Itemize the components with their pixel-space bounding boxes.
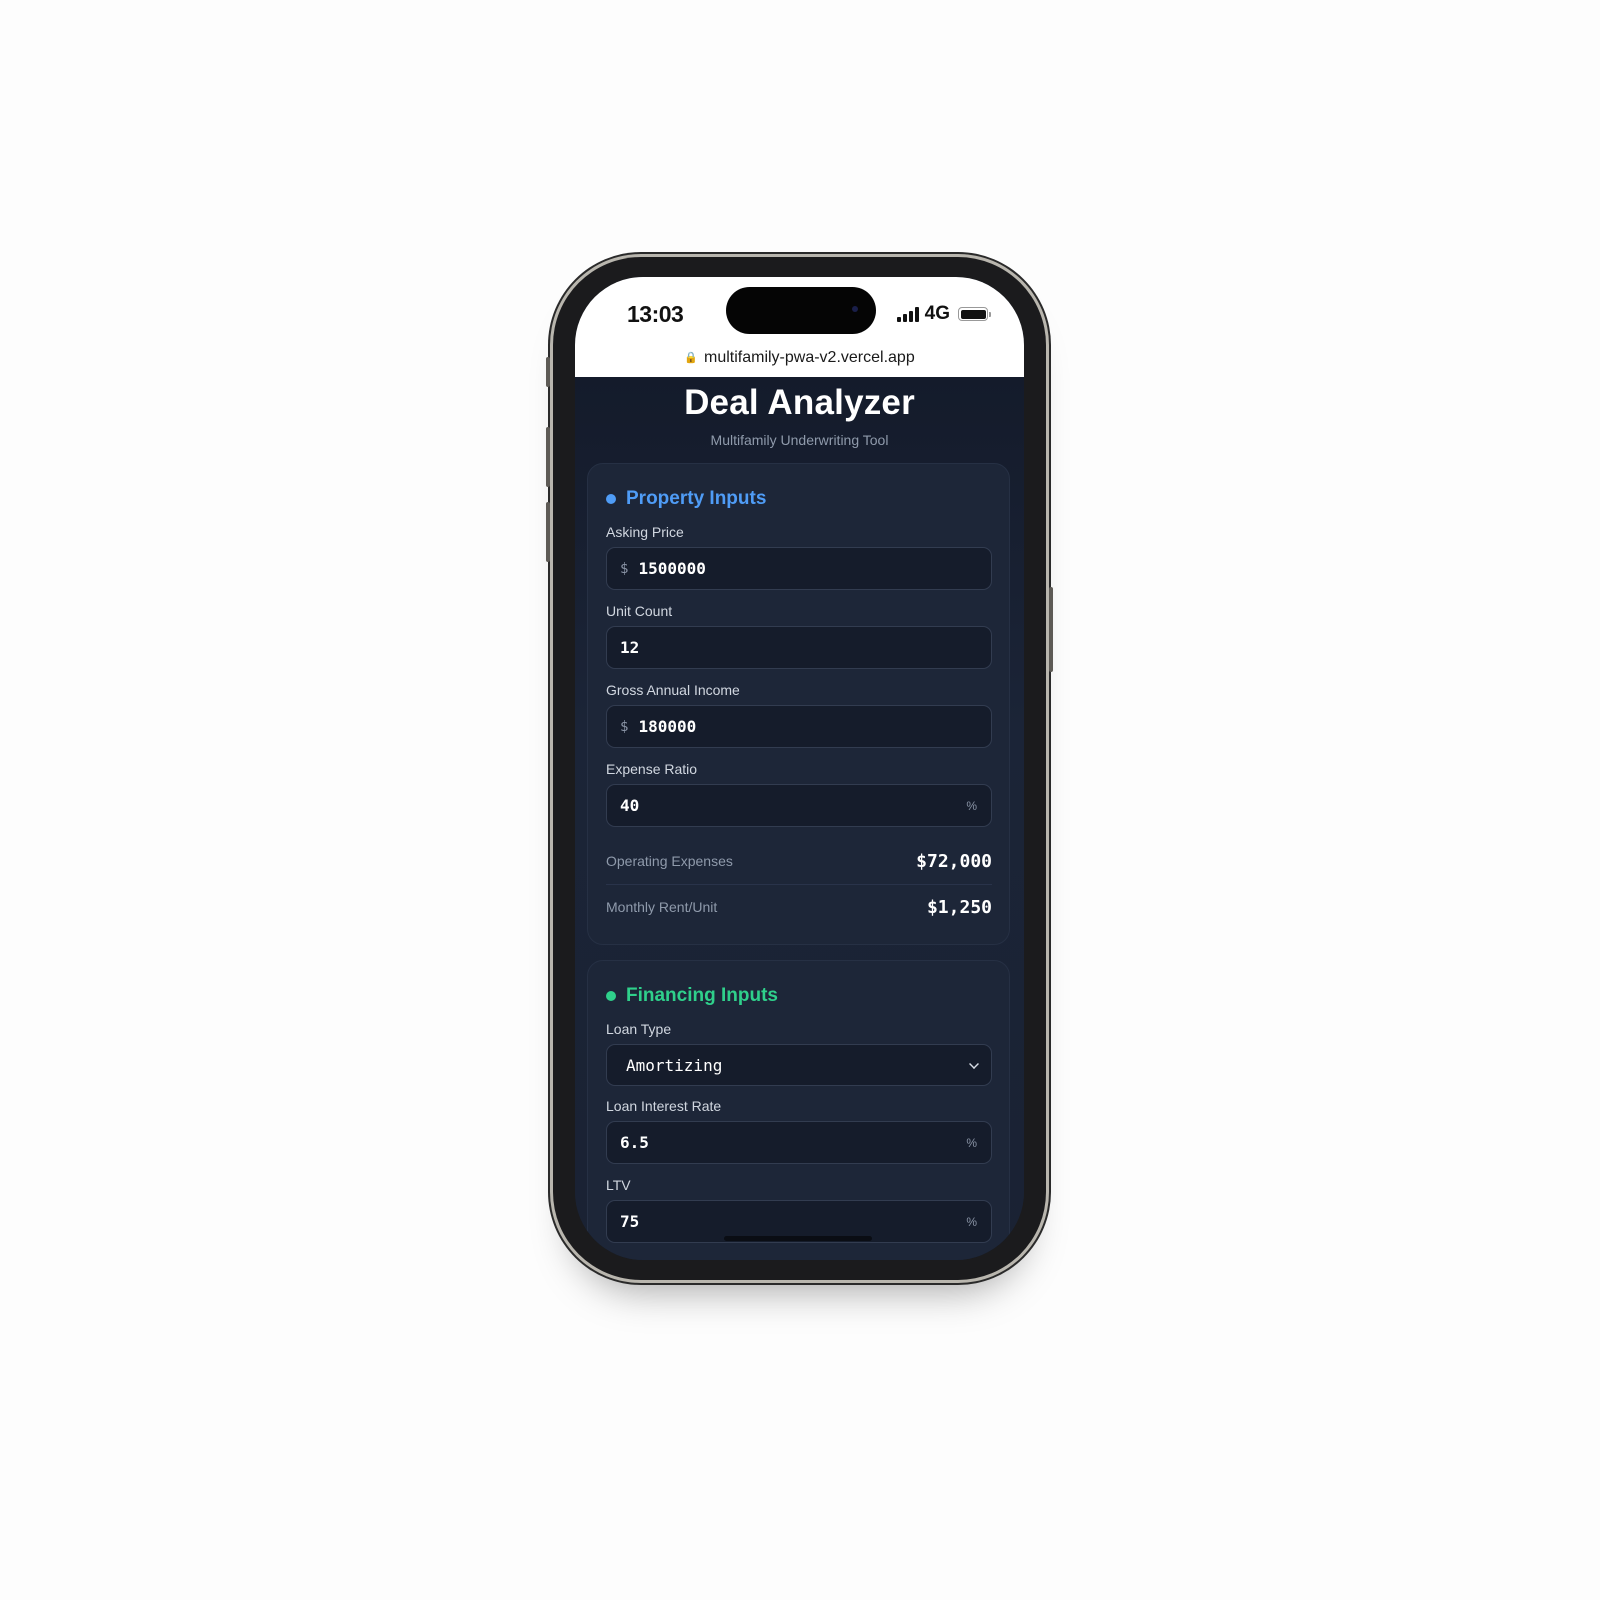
status-bar: 13:03 4G 🔒 multifamily-pwa-v2.vercel.app <box>575 277 1024 377</box>
operating-expenses-row: Operating Expenses $72,000 <box>606 838 992 884</box>
lock-icon: 🔒 <box>684 352 698 364</box>
operating-expenses-label: Operating Expenses <box>606 853 733 869</box>
chevron-down-icon <box>969 1059 979 1069</box>
volume-down-button <box>546 502 550 562</box>
loan-interest-rate-label: Loan Interest Rate <box>606 1098 722 1114</box>
percent-suffix: % <box>966 798 977 813</box>
gross-annual-income-input[interactable]: $ 180000 <box>606 705 992 748</box>
dynamic-island <box>726 287 876 334</box>
page-title: Deal Analyzer <box>684 383 915 422</box>
dollar-prefix: $ <box>620 718 629 735</box>
expense-ratio-label: Expense Ratio <box>606 761 698 777</box>
app-content[interactable]: Deal Analyzer Multifamily Underwriting T… <box>575 377 1024 1260</box>
loan-type-label: Loan Type <box>606 1021 672 1037</box>
address-bar[interactable]: 🔒 multifamily-pwa-v2.vercel.app <box>575 349 1024 367</box>
status-time: 13:03 <box>627 301 684 327</box>
action-button <box>546 357 550 387</box>
asking-price-input[interactable]: $ 1500000 <box>606 547 992 590</box>
expense-ratio-value: 40 <box>620 796 640 815</box>
signal-icon <box>896 306 919 322</box>
gross-annual-income-value: 180000 <box>638 717 697 736</box>
loan-type-value: Amortizing <box>626 1055 723 1075</box>
camera-dot <box>852 306 858 312</box>
unit-count-label: Unit Count <box>606 603 673 619</box>
power-button <box>1049 587 1053 672</box>
network-type: 4G <box>924 303 950 324</box>
unit-count-input[interactable]: 12 <box>606 626 992 669</box>
unit-count-value: 12 <box>620 638 640 657</box>
status-indicators: 4G <box>896 303 991 325</box>
asking-price-label: Asking Price <box>606 524 684 540</box>
financing-inputs-card: Financing Inputs Loan Type Amortizing Lo… <box>587 960 1010 1260</box>
section-dot-icon <box>606 991 616 1001</box>
url-text: multifamily-pwa-v2.vercel.app <box>703 349 915 366</box>
percent-suffix: % <box>966 1135 977 1150</box>
page-subtitle: Multifamily Underwriting Tool <box>710 432 889 448</box>
expense-ratio-input[interactable]: 40 % <box>606 784 992 827</box>
home-indicator[interactable] <box>724 1236 872 1241</box>
loan-interest-rate-input[interactable]: 6.5 % <box>606 1121 992 1164</box>
gross-annual-income-label: Gross Annual Income <box>606 682 740 698</box>
percent-suffix: % <box>966 1214 977 1229</box>
monthly-rent-unit-label: Monthly Rent/Unit <box>606 899 718 915</box>
section-title: Financing Inputs <box>626 985 778 1006</box>
loan-type-select[interactable]: Amortizing <box>606 1044 992 1086</box>
financing-inputs-heading: Financing Inputs <box>606 985 778 1007</box>
loan-interest-rate-value: 6.5 <box>620 1133 649 1152</box>
monthly-rent-unit-value: $1,250 <box>926 896 992 918</box>
property-inputs-card: Property Inputs Asking Price $ 1500000 U… <box>587 463 1010 945</box>
operating-expenses-value: $72,000 <box>916 850 992 872</box>
ltv-label: LTV <box>606 1177 631 1193</box>
asking-price-value: 1500000 <box>638 559 706 578</box>
volume-up-button <box>546 427 550 487</box>
section-dot-icon <box>606 494 616 504</box>
property-inputs-heading: Property Inputs <box>606 488 766 510</box>
monthly-rent-unit-row: Monthly Rent/Unit $1,250 <box>606 884 992 930</box>
section-title: Property Inputs <box>626 488 767 509</box>
phone-screen: 13:03 4G 🔒 multifamily-pwa-v2.vercel.app … <box>575 277 1024 1260</box>
dollar-prefix: $ <box>620 560 629 577</box>
ltv-value: 75 <box>620 1212 640 1231</box>
phone-frame: 13:03 4G 🔒 multifamily-pwa-v2.vercel.app … <box>546 257 1053 1280</box>
battery-icon <box>958 307 991 321</box>
